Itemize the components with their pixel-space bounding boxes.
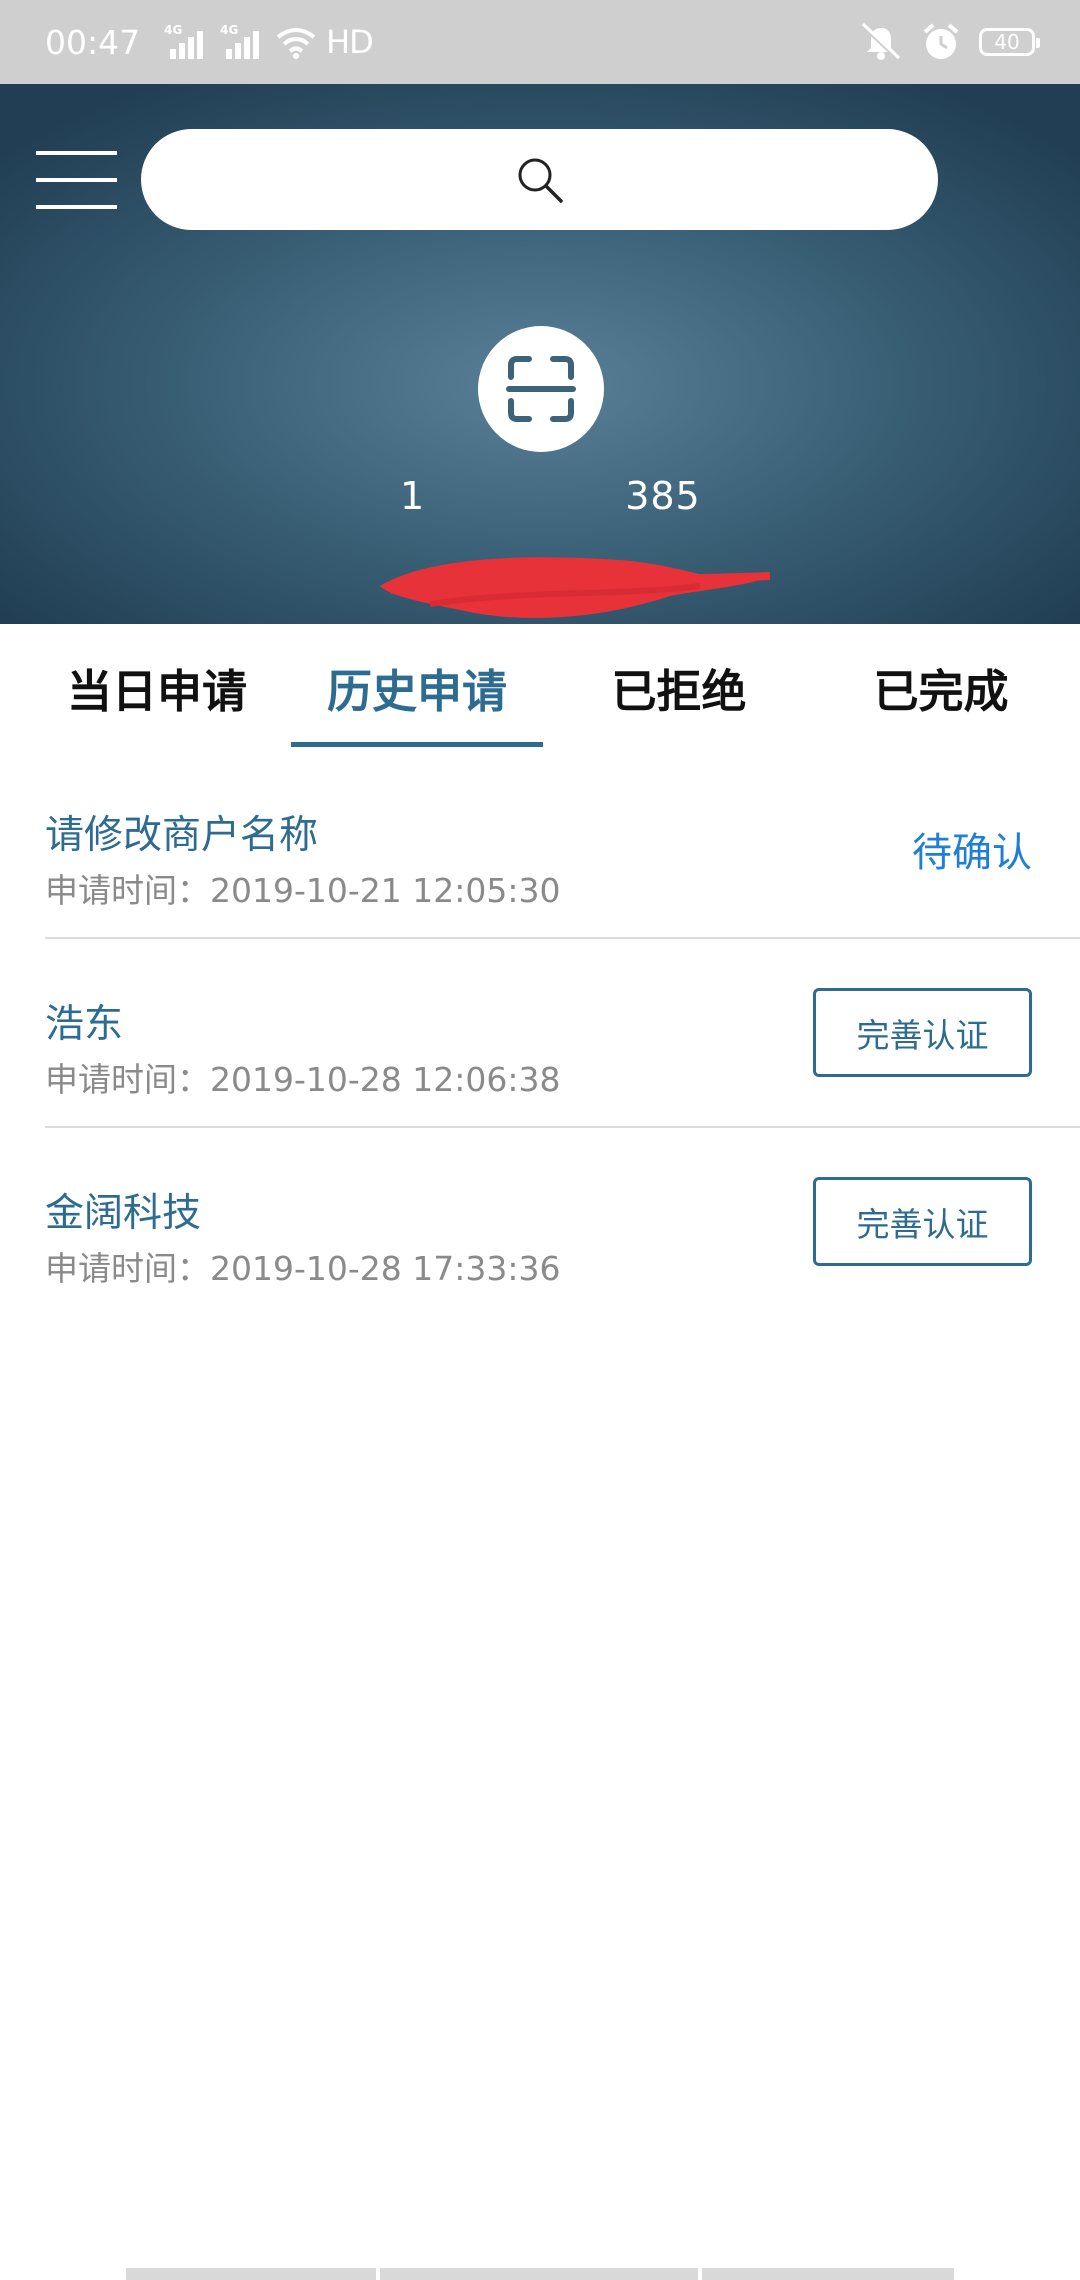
hd-label: HD [326,23,374,61]
application-list: 请修改商户名称 申请时间：2019-10-21 12:05:30 待确认 浩东 … [0,750,1080,1317]
tab-bar: 当日申请 历史申请 已拒绝 已完成 [0,624,1080,750]
account-number-prefix: 1 [400,474,426,518]
cellular-signal-icon-2: 4G [220,23,266,59]
search-icon [518,158,563,203]
active-tab-indicator [291,742,543,747]
scan-button[interactable] [478,326,604,452]
battery-icon: 40 [979,28,1040,56]
bottom-nav-hint [126,2268,954,2280]
alarm-icon [923,23,959,59]
item-title: 请修改商户名称 [45,813,319,858]
item-title: 金阔科技 [45,1191,202,1236]
status-left: 00:47 4G 4G HD [45,0,374,84]
search-bar[interactable] [141,129,938,230]
account-number-suffix: 385 [625,474,701,518]
status-right: 40 [859,0,1040,84]
menu-icon[interactable] [36,151,117,211]
account-number: 1 385 [400,474,701,518]
cellular-signal-icon: 4G [164,23,210,59]
list-item[interactable]: 浩东 申请时间：2019-10-28 12:06:38 完善认证 [0,939,1080,1128]
tab-completed[interactable]: 已完成 [811,624,1071,750]
tab-history-applications[interactable]: 历史申请 [287,624,547,750]
redaction-scribble [380,557,771,618]
tab-rejected[interactable]: 已拒绝 [549,624,809,750]
status-bar: 00:47 4G 4G HD 40 [0,0,1080,84]
item-time: 申请时间：2019-10-28 12:06:38 [45,1060,561,1099]
status-badge: 待确认 [912,830,1032,876]
tab-today-applications[interactable]: 当日申请 [27,624,287,750]
scan-icon [506,356,576,422]
item-title: 浩东 [45,1002,124,1047]
wifi-icon [276,28,316,59]
complete-verification-button[interactable]: 完善认证 [813,988,1032,1077]
list-item[interactable]: 请修改商户名称 申请时间：2019-10-21 12:05:30 待确认 [0,750,1080,939]
status-time: 00:47 [45,22,141,62]
header-banner: 1 385 [0,84,1080,624]
item-time: 申请时间：2019-10-21 12:05:30 [45,871,561,910]
list-item[interactable]: 金阔科技 申请时间：2019-10-28 17:33:36 完善认证 [0,1128,1080,1317]
item-time: 申请时间：2019-10-28 17:33:36 [45,1249,561,1288]
complete-verification-button[interactable]: 完善认证 [813,1177,1032,1266]
vibrate-mute-icon [861,22,901,62]
